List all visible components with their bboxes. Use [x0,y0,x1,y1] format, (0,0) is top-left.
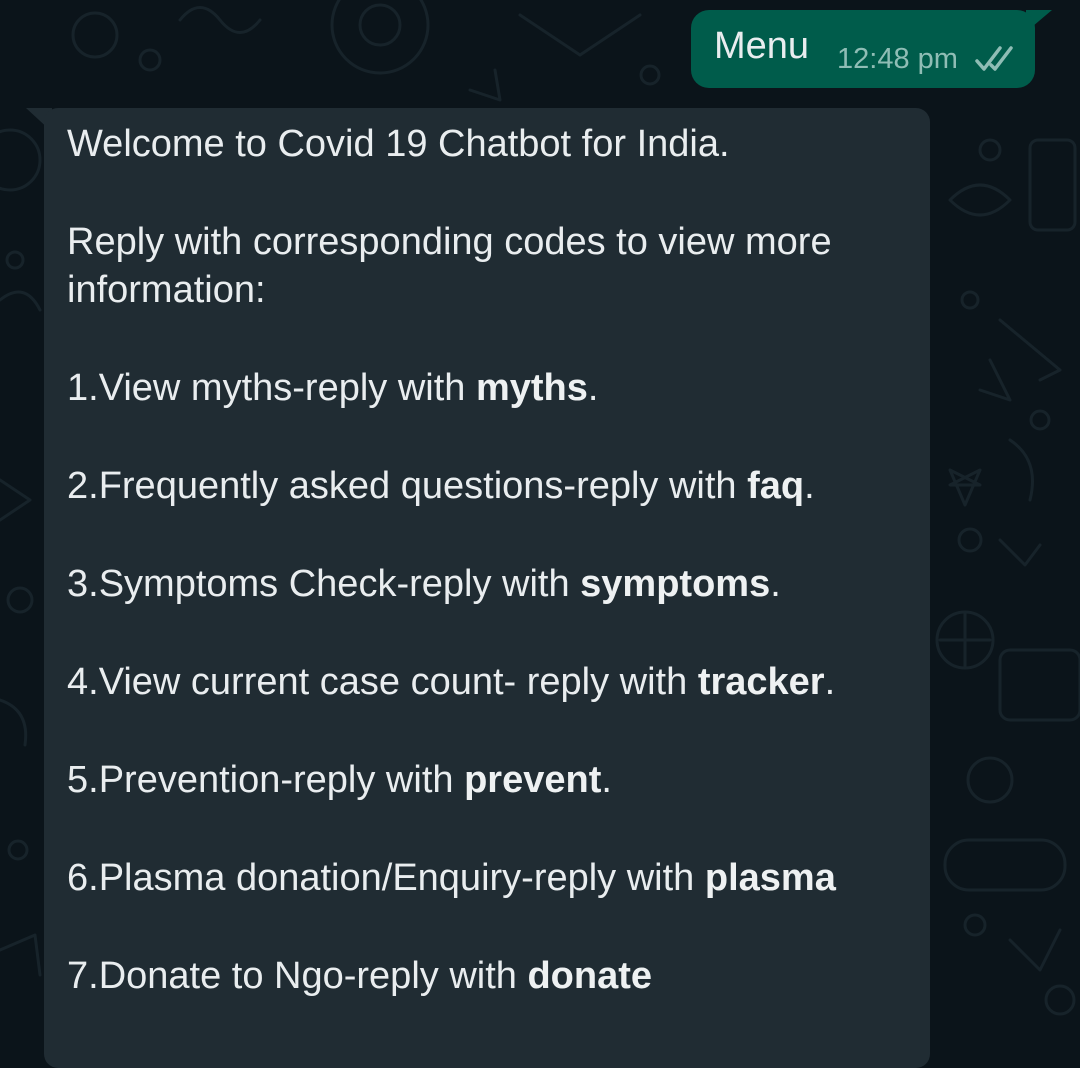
outgoing-message-bubble[interactable]: Menu 12:48 pm [691,10,1035,88]
option-punctuation: . [804,465,815,507]
option-punctuation: . [587,367,599,409]
option-keyword: symptoms [580,563,771,605]
option-keyword: faq [747,465,805,507]
incoming-message-bubble[interactable]: Welcome to Covid 19 Chatbot for India. R… [44,108,930,1068]
double-check-read-icon [975,46,1013,71]
menu-option-plasma: 6.Plasma donation/Enquiry-reply with pla… [67,854,836,902]
menu-option-tracker: 4.View current case count- reply with tr… [67,658,835,706]
menu-option-donate: 7.Donate to Ngo-reply with donate [67,952,652,1000]
option-keyword: myths [475,367,588,409]
menu-option-symptoms: 3.Symptoms Check-reply with symptoms. [67,560,781,608]
instruction-text-line-2: information: [67,269,266,311]
welcome-text: Welcome to Covid 19 Chatbot for India. [67,123,730,165]
option-description: 1.View myths-reply with [67,367,476,409]
option-punctuation: . [601,759,612,801]
option-punctuation: . [824,661,836,703]
option-description: 4.View current case count- reply with [67,661,698,703]
outgoing-message-text: Menu [714,25,810,67]
option-description: 5.Prevention-reply with [67,759,465,801]
instruction-text-line-1: Reply with corresponding codes to view m… [67,221,832,263]
option-description: 7.Donate to Ngo-reply with [67,955,528,997]
option-description: 3.Symptoms Check-reply with [67,563,581,605]
option-keyword: prevent [464,759,602,801]
option-punctuation: . [770,563,781,605]
option-keyword: plasma [704,857,836,899]
message-timestamp: 12:48 pm [837,43,958,75]
menu-option-myths: 1.View myths-reply with myths. [67,364,598,412]
option-description: 2.Frequently asked questions-reply with [67,465,748,507]
menu-option-prevent: 5.Prevention-reply with prevent. [67,756,612,804]
option-keyword: tracker [697,661,825,703]
option-description: 6.Plasma donation/Enquiry-reply with [67,857,705,899]
option-keyword: donate [527,955,653,997]
menu-option-faq: 2.Frequently asked questions-reply with … [67,462,815,510]
